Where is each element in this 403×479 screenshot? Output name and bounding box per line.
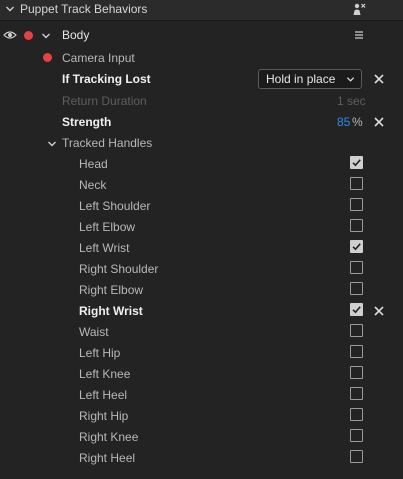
close-icon[interactable] xyxy=(373,73,385,85)
handle-row-left-heel: Left Heel xyxy=(0,385,403,406)
handle-checkbox[interactable] xyxy=(350,324,363,337)
close-icon[interactable] xyxy=(373,116,385,128)
handle-label: Left Shoulder xyxy=(79,199,151,213)
handle-checkbox[interactable] xyxy=(350,387,363,400)
handle-label: Left Hip xyxy=(79,346,121,360)
return-duration-label: Return Duration xyxy=(62,94,147,108)
handle-label: Left Knee xyxy=(79,367,131,381)
handle-label: Left Elbow xyxy=(79,220,136,234)
handle-checkbox[interactable] xyxy=(350,198,363,211)
handle-label: Right Heel xyxy=(79,451,136,465)
panel-title: Puppet Track Behaviors xyxy=(20,2,148,16)
strength-value[interactable]: 85 xyxy=(337,115,350,129)
if-tracking-lost-dropdown[interactable]: Hold in place xyxy=(258,69,362,89)
handle-checkbox[interactable] xyxy=(350,177,363,190)
handle-checkbox[interactable] xyxy=(350,345,363,358)
record-dot-icon[interactable] xyxy=(24,31,33,40)
strength-unit: % xyxy=(352,115,363,129)
handle-row-neck: Neck xyxy=(0,175,403,196)
chevron-down-icon[interactable] xyxy=(41,31,51,41)
strength-row: Strength 85 % xyxy=(0,112,403,133)
checkmark-icon xyxy=(352,306,361,314)
return-duration-value: 1 sec xyxy=(337,94,366,108)
handle-row-right-elbow: Right Elbow xyxy=(0,280,403,301)
handle-label: Left Heel xyxy=(79,388,128,402)
if-tracking-lost-label: If Tracking Lost xyxy=(62,72,151,86)
handle-row-left-shoulder: Left Shoulder xyxy=(0,196,403,217)
handle-label: Right Knee xyxy=(79,430,139,444)
handle-label: Right Wrist xyxy=(79,304,143,318)
handle-row-right-shoulder: Right Shoulder xyxy=(0,259,403,280)
handle-label: Neck xyxy=(79,178,107,192)
checkmark-icon xyxy=(352,243,361,251)
handle-row-waist: Waist xyxy=(0,322,403,343)
hamburger-menu-icon[interactable] xyxy=(354,30,364,40)
handle-checkbox[interactable] xyxy=(350,366,363,379)
handle-checkbox[interactable] xyxy=(350,261,363,274)
handle-checkbox[interactable] xyxy=(350,282,363,295)
chevron-down-icon xyxy=(346,77,355,82)
handle-checkbox[interactable] xyxy=(350,429,363,442)
chevron-down-icon[interactable] xyxy=(47,139,57,149)
dropdown-value: Hold in place xyxy=(266,72,336,86)
camera-input-row: Camera Input xyxy=(0,48,403,69)
camera-input-label: Camera Input xyxy=(62,51,135,65)
panel-header[interactable]: Puppet Track Behaviors xyxy=(0,0,403,21)
close-icon[interactable] xyxy=(373,305,385,317)
handle-label: Right Hip xyxy=(79,409,129,423)
handle-label: Head xyxy=(79,157,108,171)
handle-row-left-hip: Left Hip xyxy=(0,343,403,364)
handle-row-right-heel: Right Heel xyxy=(0,448,403,469)
handle-checkbox[interactable] xyxy=(350,408,363,421)
layer-name: Body xyxy=(62,28,90,42)
handle-checkbox[interactable] xyxy=(350,240,363,253)
handle-label: Waist xyxy=(79,325,109,339)
strength-label: Strength xyxy=(62,115,112,129)
handle-checkbox[interactable] xyxy=(350,156,363,169)
if-tracking-lost-row: If Tracking Lost Hold in place xyxy=(0,69,403,90)
handle-row-right-knee: Right Knee xyxy=(0,427,403,448)
handle-label: Left Wrist xyxy=(79,241,130,255)
tracked-handles-label: Tracked Handles xyxy=(62,136,153,150)
camera-input-dot-icon xyxy=(43,53,52,62)
handle-checkbox[interactable] xyxy=(350,450,363,463)
puppet-track-behaviors-panel: Puppet Track Behaviors Body Camera Input… xyxy=(0,0,403,479)
chevron-down-icon[interactable] xyxy=(5,4,15,14)
handle-label: Right Shoulder xyxy=(79,262,159,276)
return-duration-row: Return Duration 1 sec xyxy=(0,91,403,112)
handle-row-left-knee: Left Knee xyxy=(0,364,403,385)
handle-checkbox[interactable] xyxy=(350,303,363,316)
handle-checkbox[interactable] xyxy=(350,219,363,232)
handle-row-right-wrist: Right Wrist xyxy=(0,301,403,322)
handle-label: Right Elbow xyxy=(79,283,144,297)
handle-row-head: Head xyxy=(0,154,403,175)
tracked-handles-row[interactable]: Tracked Handles xyxy=(0,133,403,154)
checkmark-icon xyxy=(352,159,361,167)
handle-row-left-wrist: Left Wrist xyxy=(0,238,403,259)
puppet-figure-icon[interactable] xyxy=(351,2,367,18)
handle-row-left-elbow: Left Elbow xyxy=(0,217,403,238)
eye-icon[interactable] xyxy=(3,30,17,40)
handle-row-right-hip: Right Hip xyxy=(0,406,403,427)
layer-row[interactable]: Body xyxy=(0,25,403,46)
